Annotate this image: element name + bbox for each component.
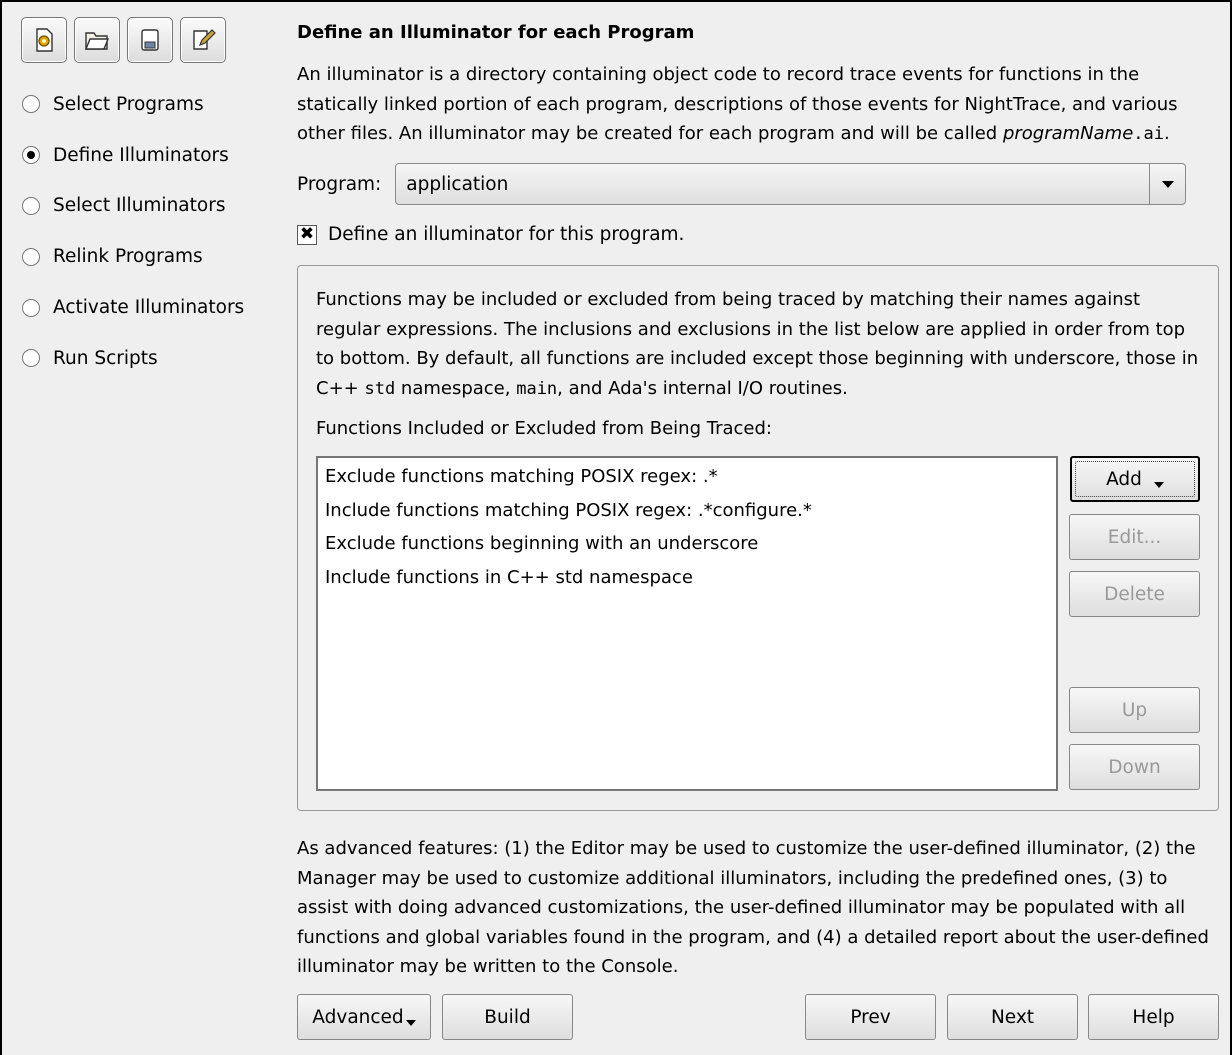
steps-list: Select Programs Define Illuminators Sele… [22, 79, 244, 384]
step-label: Select Illuminators [53, 195, 226, 217]
intro-italic: programName [1002, 123, 1134, 144]
desc-mono-main: main [516, 378, 558, 399]
chevron-down-icon [1153, 482, 1164, 488]
open-folder-icon [84, 32, 110, 50]
list-item[interactable]: Include functions matching POSIX regex: … [325, 498, 1049, 532]
program-select[interactable]: application [395, 163, 1187, 205]
desc-part2: namespace, [395, 377, 517, 399]
define-illuminator-label: Define an illuminator for this program. [328, 224, 685, 245]
save-button[interactable] [127, 17, 173, 63]
functions-group: Functions may be included or excluded fr… [297, 265, 1219, 811]
edit-button[interactable] [180, 17, 226, 63]
desc-mono-std: std [364, 378, 396, 399]
chevron-down-icon [405, 1020, 416, 1026]
edit-button[interactable]: Edit... [1069, 514, 1200, 560]
functions-list[interactable]: Exclude functions matching POSIX regex: … [316, 456, 1058, 791]
chevron-down-icon [1161, 180, 1174, 188]
prev-button[interactable]: Prev [805, 994, 936, 1040]
next-button[interactable]: Next [947, 994, 1078, 1040]
help-button[interactable]: Help [1088, 994, 1219, 1040]
new-button[interactable] [21, 17, 67, 63]
step-label: Select Programs [53, 93, 204, 115]
step-label: Run Scripts [53, 347, 158, 369]
functions-list-label: Functions Included or Excluded from Bein… [316, 418, 772, 439]
program-select-arrow[interactable] [1149, 164, 1185, 204]
up-button[interactable]: Up [1069, 687, 1200, 733]
list-item[interactable]: Include functions in C++ std namespace [325, 565, 1049, 599]
list-item[interactable]: Exclude functions beginning with an unde… [325, 531, 1049, 565]
radio-activate-illuminators[interactable] [22, 298, 40, 317]
step-define-illuminators[interactable]: Define Illuminators [22, 130, 244, 181]
build-button[interactable]: Build [442, 994, 573, 1040]
radio-select-illuminators[interactable] [22, 196, 40, 215]
toolbar [21, 17, 226, 63]
advanced-button-label: Advanced [312, 1006, 404, 1028]
step-label: Activate Illuminators [53, 297, 245, 319]
list-item[interactable]: Exclude functions matching POSIX regex: … [325, 464, 1049, 498]
page-title: Define an Illuminator for each Program [297, 22, 695, 43]
new-gear-icon [36, 28, 53, 52]
define-illuminator-row[interactable]: ✖ Define an illuminator for this program… [297, 224, 684, 245]
step-select-programs[interactable]: Select Programs [22, 79, 244, 130]
step-relink-programs[interactable]: Relink Programs [22, 231, 244, 282]
program-select-value: application [406, 173, 509, 195]
step-label: Define Illuminators [53, 144, 229, 166]
add-button[interactable]: Add [1070, 456, 1200, 502]
add-button-label: Add [1106, 468, 1142, 490]
radio-define-illuminators[interactable] [22, 146, 40, 165]
delete-button[interactable]: Delete [1069, 571, 1200, 617]
step-run-scripts[interactable]: Run Scripts [22, 333, 244, 384]
define-illuminator-checkbox[interactable]: ✖ [297, 224, 317, 245]
step-activate-illuminators[interactable]: Activate Illuminators [22, 282, 244, 333]
open-button[interactable] [74, 17, 120, 63]
intro-text: An illuminator is a directory containing… [297, 60, 1217, 150]
down-button[interactable]: Down [1069, 744, 1200, 790]
edit-icon [193, 29, 216, 50]
save-disk-icon [141, 29, 159, 51]
step-label: Relink Programs [53, 246, 203, 268]
functions-description: Functions may be included or excluded fr… [316, 285, 1206, 404]
step-select-illuminators[interactable]: Select Illuminators [22, 181, 244, 232]
advanced-features-text: As advanced features: (1) the Editor may… [297, 838, 1209, 977]
intro-mono: .ai [1133, 124, 1164, 144]
radio-relink-programs[interactable] [22, 247, 40, 266]
desc-part3: , and Ada's internal I/O routines. [557, 377, 848, 399]
radio-select-programs[interactable] [22, 95, 40, 114]
intro-end: . [1164, 123, 1170, 144]
advanced-button[interactable]: Advanced [297, 994, 431, 1040]
radio-run-scripts[interactable] [22, 349, 40, 368]
program-label: Program: [297, 173, 382, 195]
program-row: Program: application [297, 163, 1187, 205]
